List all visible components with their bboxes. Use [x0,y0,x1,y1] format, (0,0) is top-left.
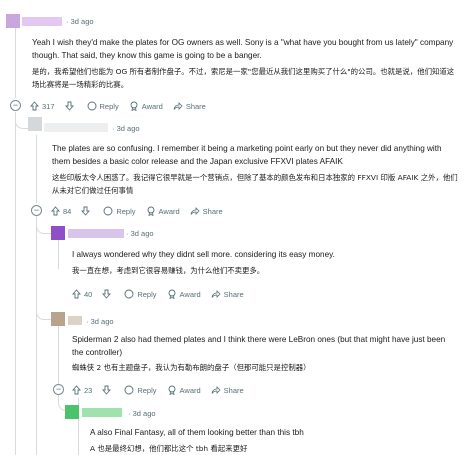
comment-text: Spiderman 2 also had themed plates and I… [72,335,446,357]
username-redacted[interactable] [68,316,82,325]
reply-button[interactable]: Reply [87,101,119,111]
comment-translation: 这些印版太令人困惑了。我记得它很早就是一个营销点，但除了基本的颜色发布和日本独家… [52,173,458,195]
share-icon [190,207,200,215]
timestamp: · 3d ago [86,317,114,326]
upvote-button[interactable]: 317 [30,101,55,111]
award-button[interactable]: Award [129,101,163,111]
comment-icon [87,101,96,111]
comment-text: Yeah I wish they'd make the plates for O… [32,38,454,60]
downvote-button[interactable] [102,385,114,395]
avatar[interactable] [65,405,79,419]
vote-count: 84 [63,206,72,216]
award-icon [147,206,154,216]
comment-actions: 317 Reply Award Share [30,101,216,111]
timestamp: · 3d ago [126,229,154,238]
comment-translation: A 也是最终幻想，他们都比这个 tbh 看起来更好 [90,444,248,453]
comment-actions: 84 Reply Award Share [51,206,233,216]
thread-line [15,28,16,98]
comment-icon [124,385,134,395]
comment-text: A also Final Fantasy, all of them lookin… [90,428,304,437]
collapse-thread-button[interactable]: − [53,384,64,395]
upvote-icon [72,289,81,299]
comment-text: The plates are so confusing. I remember … [52,144,442,166]
upvote-icon [72,385,81,395]
username-redacted[interactable] [68,229,124,238]
reply-button[interactable]: Reply [124,385,157,395]
avatar[interactable] [51,312,65,326]
thread-line [15,112,16,455]
share-button[interactable]: Share [173,101,206,111]
thread-line [58,326,59,390]
downvote-button[interactable] [64,101,77,111]
vote-count: 317 [42,101,55,111]
comment-translation: 是的，我希望他们也能为 OG 所有者制作盘子。不过，索尼是一家"您最近从我们这里… [32,67,455,89]
comment-actions: 40 Reply Award Share [72,289,254,299]
thread-line [36,216,37,455]
share-button[interactable]: Share [190,206,223,216]
share-icon [173,102,183,110]
upvote-button[interactable]: 23 [72,385,92,395]
downvote-icon [102,385,112,395]
comment-actions: 23 Reply Award Share [72,385,254,395]
vote-count: 23 [84,385,93,395]
thread-line [36,135,37,203]
award-icon [130,101,138,111]
comment-text: I always wondered why they didnt sell mo… [72,250,335,259]
thread-hook [15,112,28,129]
upvote-icon [30,101,39,111]
downvote-icon [64,101,74,111]
collapse-thread-button[interactable]: − [10,100,21,111]
timestamp: · 3d ago [112,124,140,133]
timestamp: · 3d ago [128,409,156,418]
downvote-button[interactable] [81,206,93,216]
avatar[interactable] [28,117,42,131]
reply-button[interactable]: Reply [124,289,157,299]
thread-line [58,239,59,269]
avatar[interactable] [51,226,65,240]
comment-translation: 蜘蛛侠 2 也有主题盘子，我认为有勒布朗的盘子（但那可能只是控制器） [72,363,311,372]
downvote-icon [81,206,91,216]
comment-translation: 我一直在想，考虑到它很容易赚钱，为什么他们不卖更多。 [72,266,265,275]
downvote-icon [102,289,112,299]
share-icon [211,290,221,298]
upvote-button[interactable]: 40 [72,289,92,299]
share-icon [211,386,221,394]
share-button[interactable]: Share [211,289,244,299]
upvote-button[interactable]: 84 [51,206,71,216]
award-icon [168,385,175,395]
award-button[interactable]: Award [167,289,201,299]
award-button[interactable]: Award [146,206,180,216]
timestamp: · 3d ago [66,17,94,26]
downvote-button[interactable] [102,289,114,299]
reply-button[interactable]: Reply [103,206,136,216]
vote-count: 40 [84,289,93,299]
share-button[interactable]: Share [211,385,244,395]
username-redacted[interactable] [44,123,108,132]
award-icon [168,289,175,299]
thread-hook [36,295,51,320]
thread-hook [36,216,51,234]
comment-icon [103,206,113,216]
award-button[interactable]: Award [167,385,201,395]
collapse-thread-button[interactable]: − [31,205,42,216]
username-redacted[interactable] [82,408,122,417]
upvote-icon [51,206,60,216]
avatar[interactable] [6,14,20,28]
comment-icon [124,289,134,299]
username-redacted[interactable] [22,17,62,26]
